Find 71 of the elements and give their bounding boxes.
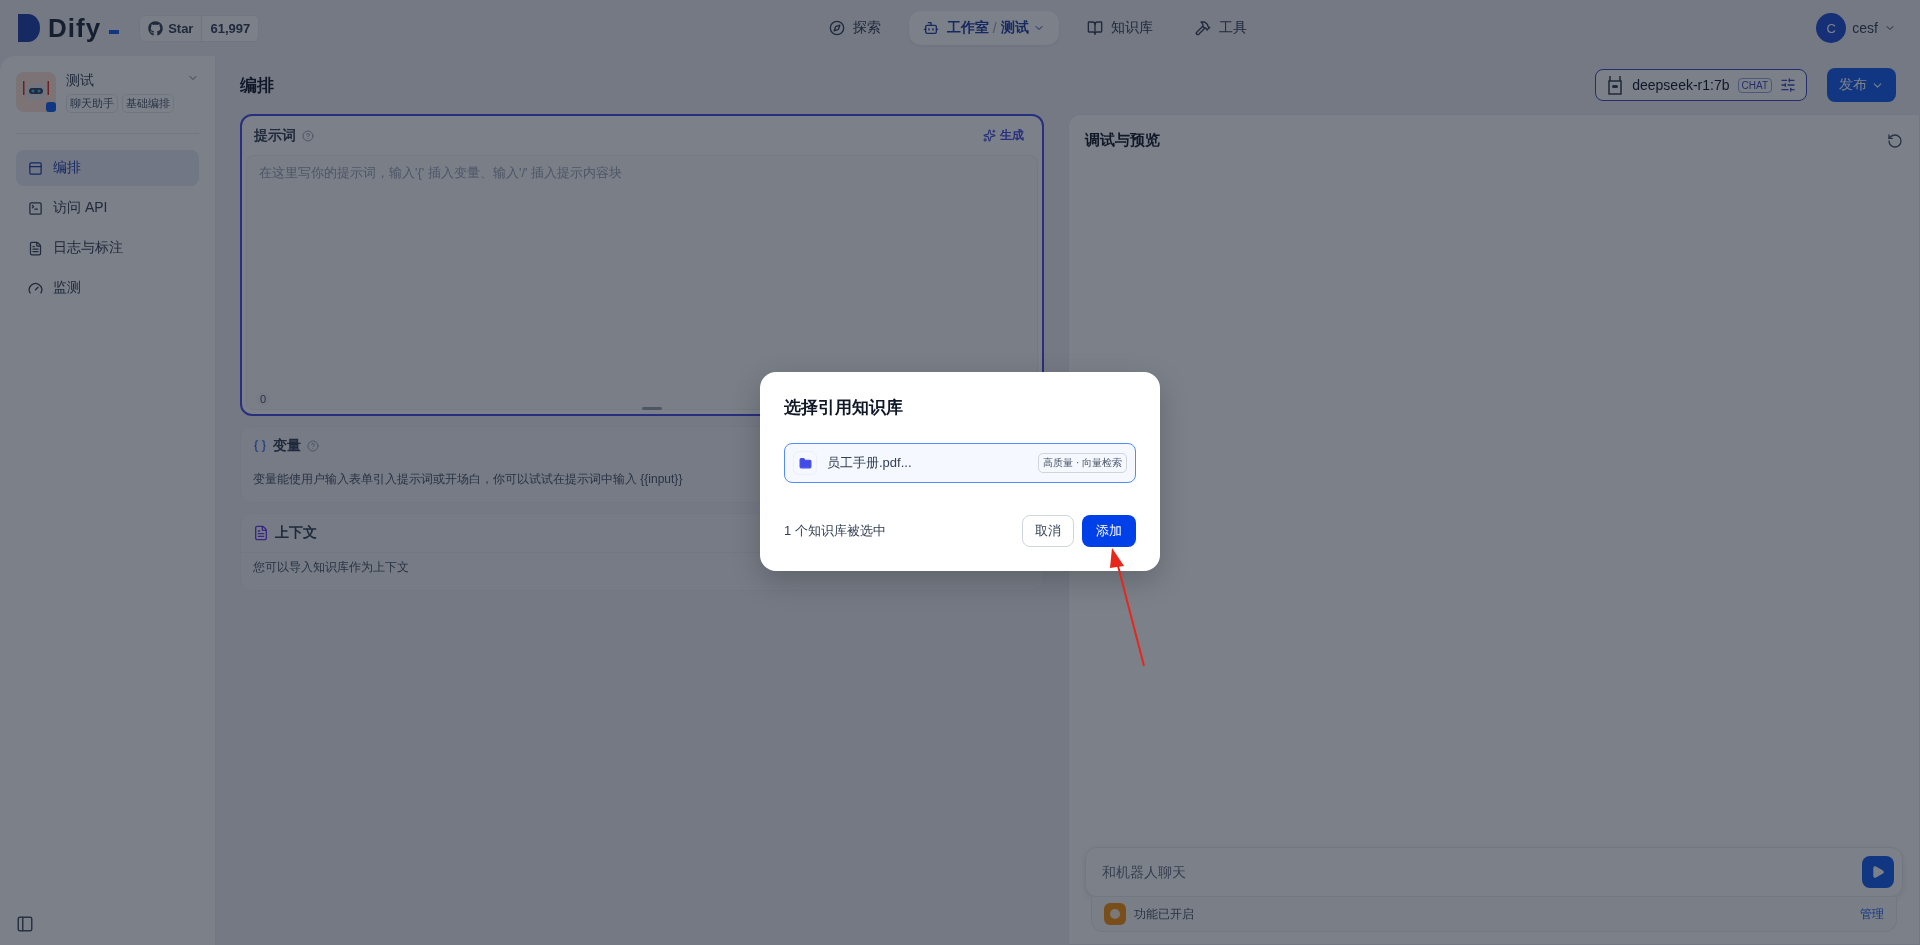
sparkle-icon [983, 129, 996, 142]
model-type-badge: CHAT [1737, 77, 1772, 93]
card-title: 上下文 [275, 524, 317, 542]
sliders-icon [1780, 77, 1796, 93]
folder-icon [798, 456, 812, 470]
page-title: 编排 [240, 74, 274, 97]
book-icon [1086, 20, 1103, 36]
sidebar-label: 访问 API [53, 199, 108, 217]
sidebar-label: 编排 [53, 159, 81, 177]
sidebar-label: 日志与标注 [53, 239, 123, 257]
help-icon [307, 440, 319, 452]
nav-tab[interactable]: 探索 [814, 11, 895, 45]
nav-label: 工作室 [946, 19, 989, 37]
selected-count: 1 个知识库被选中 [784, 522, 886, 540]
nav-tab[interactable]: 工作室 / 测试 [908, 11, 1059, 45]
sidebar-item[interactable]: 编排 [16, 150, 199, 186]
sidebar-item[interactable]: 日志与标注 [16, 230, 199, 266]
features-label: 功能已开启 [1134, 905, 1194, 923]
add-button[interactable]: 添加 [1082, 515, 1136, 547]
app-tag: 聊天助手 [66, 94, 118, 113]
card-title: 变量 [273, 437, 301, 455]
robot-avatar-icon [16, 72, 56, 112]
github-icon [148, 20, 164, 36]
resize-handle[interactable] [642, 407, 662, 410]
star-count: 61,997 [201, 15, 259, 41]
terminal-icon [28, 200, 43, 216]
user-avatar[interactable]: C [1816, 13, 1847, 43]
breadcrumb-separator: / [992, 20, 997, 36]
send-button[interactable] [1862, 856, 1894, 888]
sidebar-item[interactable]: 访问 API [16, 190, 199, 226]
document-icon [28, 240, 43, 256]
nav-label: 探索 [852, 19, 881, 37]
gauge-icon [28, 280, 43, 296]
hammer-icon [1194, 20, 1211, 36]
reset-icon[interactable] [1887, 132, 1903, 149]
logo-text: Dify [48, 12, 102, 44]
cancel-button[interactable]: 取消 [1022, 515, 1074, 547]
panel-title: 调试与预览 [1085, 131, 1160, 150]
breadcrumb-label: 测试 [1000, 19, 1029, 37]
nav-tab[interactable]: 工具 [1180, 11, 1261, 45]
github-star-button[interactable]: Star 61,997 [139, 14, 260, 42]
logo-mark-icon [18, 14, 40, 42]
app-tag: 基础编排 [122, 94, 174, 113]
model-selector[interactable]: deepseek-r1:7b CHAT [1595, 69, 1807, 101]
sidebar-label: 监测 [53, 279, 81, 297]
nav-label: 知识库 [1110, 19, 1153, 37]
nav-label: 工具 [1218, 19, 1247, 37]
generate-button[interactable]: 生成 [977, 126, 1030, 145]
app-name: 测试 [66, 72, 95, 90]
card-title: 提示词 [254, 126, 296, 145]
window-icon [28, 160, 43, 176]
manage-link[interactable]: 管理 [1860, 905, 1884, 923]
chat-input[interactable]: 和机器人聊天 [1085, 847, 1903, 897]
nav-tab[interactable]: 知识库 [1072, 11, 1167, 45]
robot-icon [922, 20, 939, 36]
sidebar-toggle-icon[interactable] [16, 915, 34, 933]
braces-icon [253, 439, 267, 453]
compass-icon [828, 20, 845, 36]
chat-text-input[interactable]: 和机器人聊天 [1100, 863, 1862, 881]
knowledge-name: 员工手册.pdf... [827, 454, 912, 472]
send-icon [1871, 865, 1885, 879]
knowledge-item[interactable]: 员工手册.pdf... 高质量 · 向量检索 [784, 443, 1136, 483]
document-icon [253, 525, 269, 541]
knowledge-badge: 高质量 · 向量检索 [1038, 453, 1127, 473]
star-label: Star [168, 20, 194, 36]
sidebar-item[interactable]: 监测 [16, 270, 199, 306]
logo-underscore-icon [109, 29, 120, 34]
card-description: 变量能使用户输入表单引入提示词或开场白，你可以试试在提示词中输入 {{input}} [252, 471, 684, 488]
help-icon [302, 129, 314, 142]
user-name: cesf [1852, 20, 1878, 36]
publish-button[interactable]: 发布 [1827, 68, 1896, 102]
